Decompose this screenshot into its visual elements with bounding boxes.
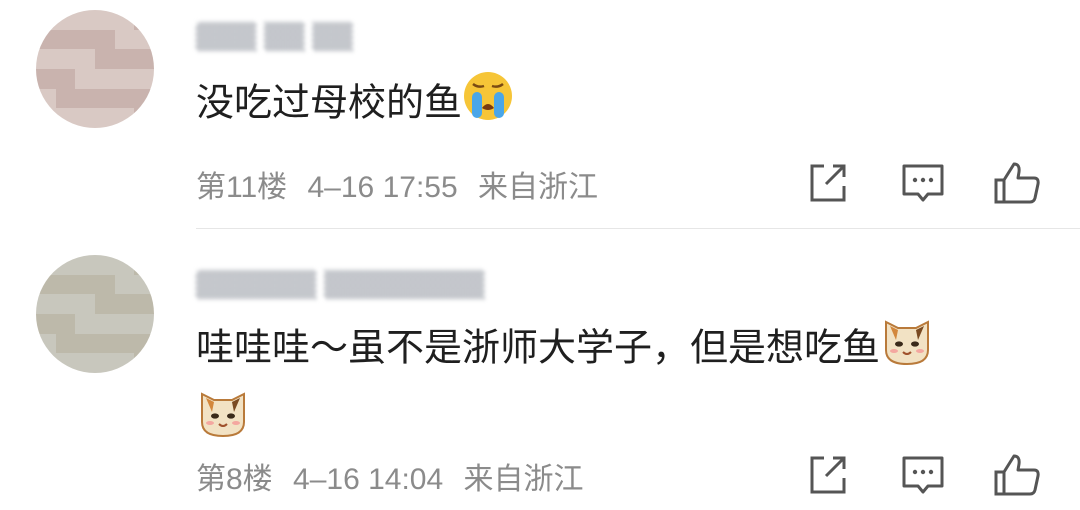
share-icon[interactable] xyxy=(800,156,854,210)
floor-number: 第11楼 xyxy=(196,171,288,204)
share-icon[interactable] xyxy=(800,448,854,502)
comment-text-content: 没吃过母校的鱼 xyxy=(196,80,463,125)
comment-icon[interactable] xyxy=(896,448,950,502)
comment-meta: 第8楼 4–16 14:04 来自浙江 xyxy=(196,454,596,498)
comment-text: 没吃过母校的鱼 xyxy=(196,70,1036,140)
comment-actions xyxy=(800,156,1050,210)
cat-face-icon xyxy=(880,314,934,386)
username[interactable]: ▒▒▒ ▒▒ ▒▒ xyxy=(196,22,366,52)
comment-actions xyxy=(800,448,1050,502)
timestamp: 4–16 14:04 xyxy=(293,463,444,496)
comment-icon[interactable] xyxy=(896,156,950,210)
floor-number: 第8楼 xyxy=(196,463,273,496)
avatar[interactable] xyxy=(36,255,154,373)
crying-face-icon xyxy=(462,70,514,140)
cat-face-icon xyxy=(196,386,250,458)
like-icon[interactable] xyxy=(990,156,1044,210)
like-icon[interactable] xyxy=(990,448,1044,502)
comment-meta: 第11楼 4–16 17:55 来自浙江 xyxy=(196,162,610,206)
timestamp: 4–16 17:55 xyxy=(307,171,458,204)
location: 来自浙江 xyxy=(478,171,598,204)
username[interactable]: ▒▒▒▒▒▒ ▒▒▒▒▒▒▒▒ xyxy=(196,270,588,300)
comment-text-content: 哇哇哇～虽不是浙师大学子，但是想吃鱼 xyxy=(196,325,881,370)
location: 来自浙江 xyxy=(463,463,584,496)
comment-text: 哇哇哇～虽不是浙师大学子，但是想吃鱼 xyxy=(196,314,1036,458)
avatar[interactable] xyxy=(36,10,154,128)
divider xyxy=(196,228,1080,229)
